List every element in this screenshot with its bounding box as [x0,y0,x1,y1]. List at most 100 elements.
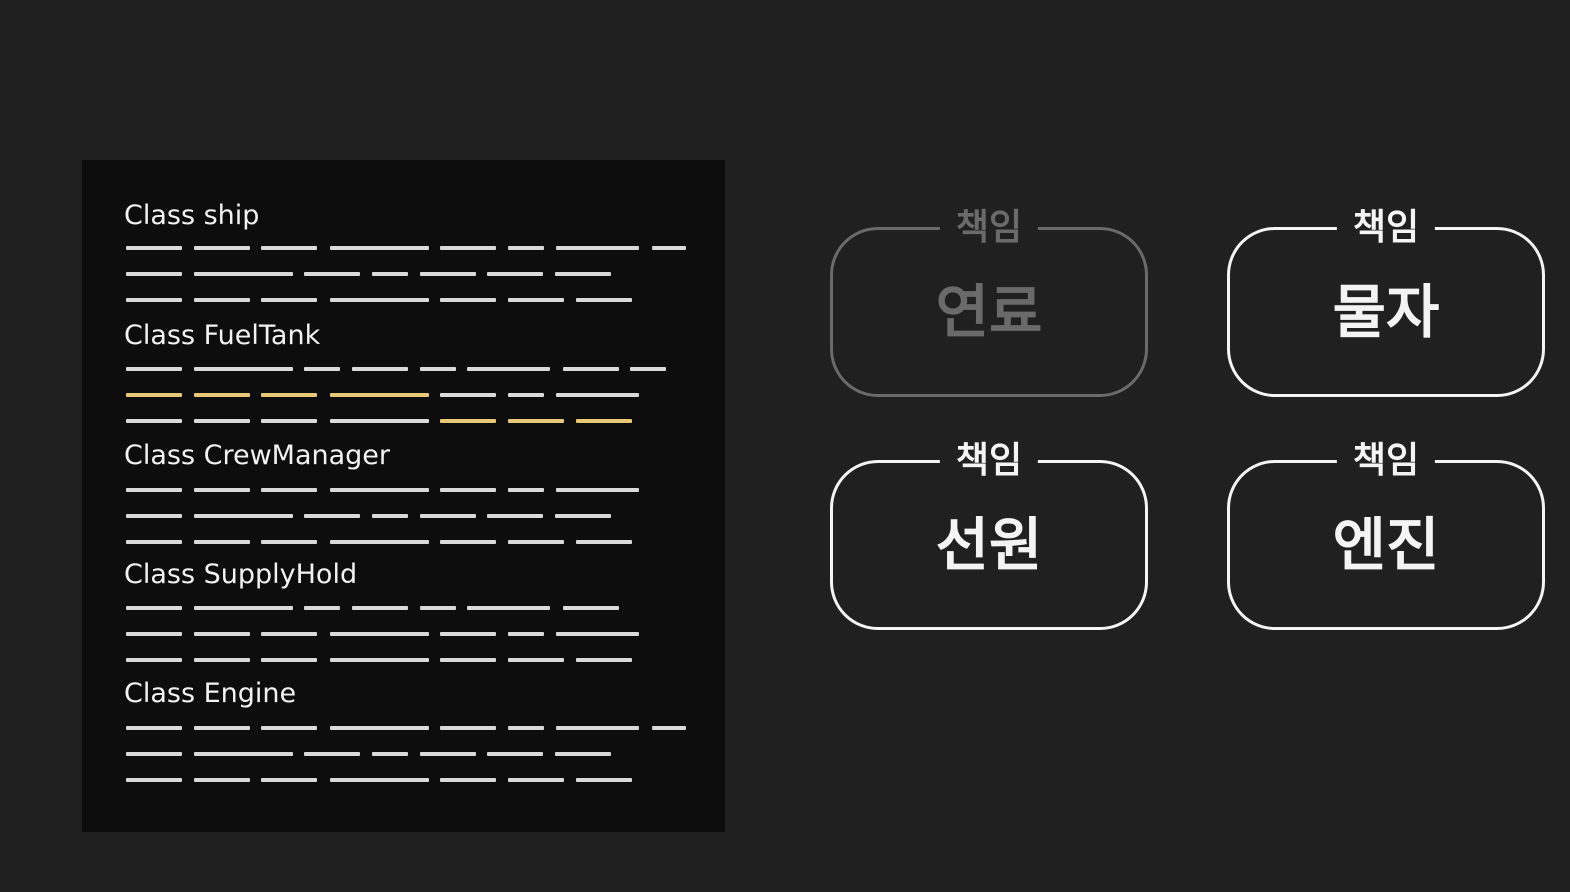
code-dash [508,632,544,636]
code-dash [440,778,496,782]
responsibility-tag: 책임 [1336,200,1436,256]
code-dash [304,367,340,371]
code-dash [440,393,496,397]
code-dash [440,540,496,544]
code-dash [576,540,632,544]
code-dash [556,246,639,250]
code-dash [440,298,496,302]
code-dash [304,272,360,276]
code-dash [126,367,182,371]
responsibility-card-engine: 책임 엔진 [1227,433,1545,630]
code-dash [330,632,429,636]
code-dash [261,726,317,730]
highlighted-code-dash [194,393,250,397]
code-dash [372,514,408,518]
responsibility-tag: 책임 [939,433,1039,489]
code-dash [330,540,429,544]
code-dash [194,419,250,423]
responsibility-card-crew: 책임 선원 [830,433,1148,630]
class-label-crewmanager: Class CrewManager [124,440,391,471]
code-dash [304,514,360,518]
code-dash [556,632,639,636]
code-dash [194,726,250,730]
code-dash [261,540,317,544]
code-dash [508,658,564,662]
code-dash [126,540,182,544]
code-dash [555,752,611,756]
code-dash [420,752,476,756]
responsibility-tag: 책임 [1336,433,1436,489]
code-dash [126,606,182,610]
code-dash [555,272,611,276]
code-dash [487,272,543,276]
code-dash [261,632,317,636]
code-dash [330,726,429,730]
code-dash [352,367,408,371]
code-dash [304,606,340,610]
code-dash [440,632,496,636]
code-dash [194,540,250,544]
code-dash [420,367,456,371]
code-dash [555,514,611,518]
code-dash [508,726,544,730]
code-dash [508,393,544,397]
code-dash [194,514,293,518]
code-dash [330,778,429,782]
code-dash [194,272,293,276]
highlighted-code-dash [576,419,632,423]
code-dash [330,246,429,250]
code-dash [126,419,182,423]
code-dash [194,606,293,610]
class-label-ship: Class ship [124,200,260,231]
code-dash [126,658,182,662]
code-dash [126,488,182,492]
code-dash [467,367,550,371]
code-dash [563,606,619,610]
code-dash [261,298,317,302]
responsibility-card-fuel: 책임 연료 [830,200,1148,397]
code-dash [420,272,476,276]
responsibility-title-engine: 엔진 [1332,511,1440,579]
code-dash [126,514,182,518]
code-dash [487,514,543,518]
code-dash [556,726,639,730]
highlighted-code-dash [440,419,496,423]
highlighted-code-dash [330,393,429,397]
code-dash [126,272,182,276]
code-dash [194,298,250,302]
code-dash [508,488,544,492]
code-dash [330,298,429,302]
code-dash [261,488,317,492]
code-dash [576,778,632,782]
responsibility-title-supply: 물자 [1332,278,1440,346]
code-dash [440,246,496,250]
code-dash [194,778,250,782]
code-panel: Class ship Class FuelTank Class CrewMana… [82,160,725,832]
code-dash [194,658,250,662]
code-dash [630,367,666,371]
code-dash [194,246,250,250]
code-dash [440,488,496,492]
code-dash [508,540,564,544]
code-dash [126,632,182,636]
code-dash [330,658,429,662]
code-dash [126,246,182,250]
responsibility-card-supply: 책임 물자 [1227,200,1545,397]
responsibility-title-fuel: 연료 [935,278,1043,346]
code-dash [576,298,632,302]
code-dash [556,488,639,492]
code-dash [126,778,182,782]
code-dash [330,488,429,492]
code-dash [508,246,544,250]
code-dash [508,298,564,302]
code-dash [508,778,564,782]
code-dash [440,726,496,730]
code-dash [487,752,543,756]
highlighted-code-dash [261,393,317,397]
code-dash [126,298,182,302]
code-dash [563,367,619,371]
code-dash [467,606,550,610]
code-dash [261,778,317,782]
code-dash [304,752,360,756]
code-dash [372,752,408,756]
